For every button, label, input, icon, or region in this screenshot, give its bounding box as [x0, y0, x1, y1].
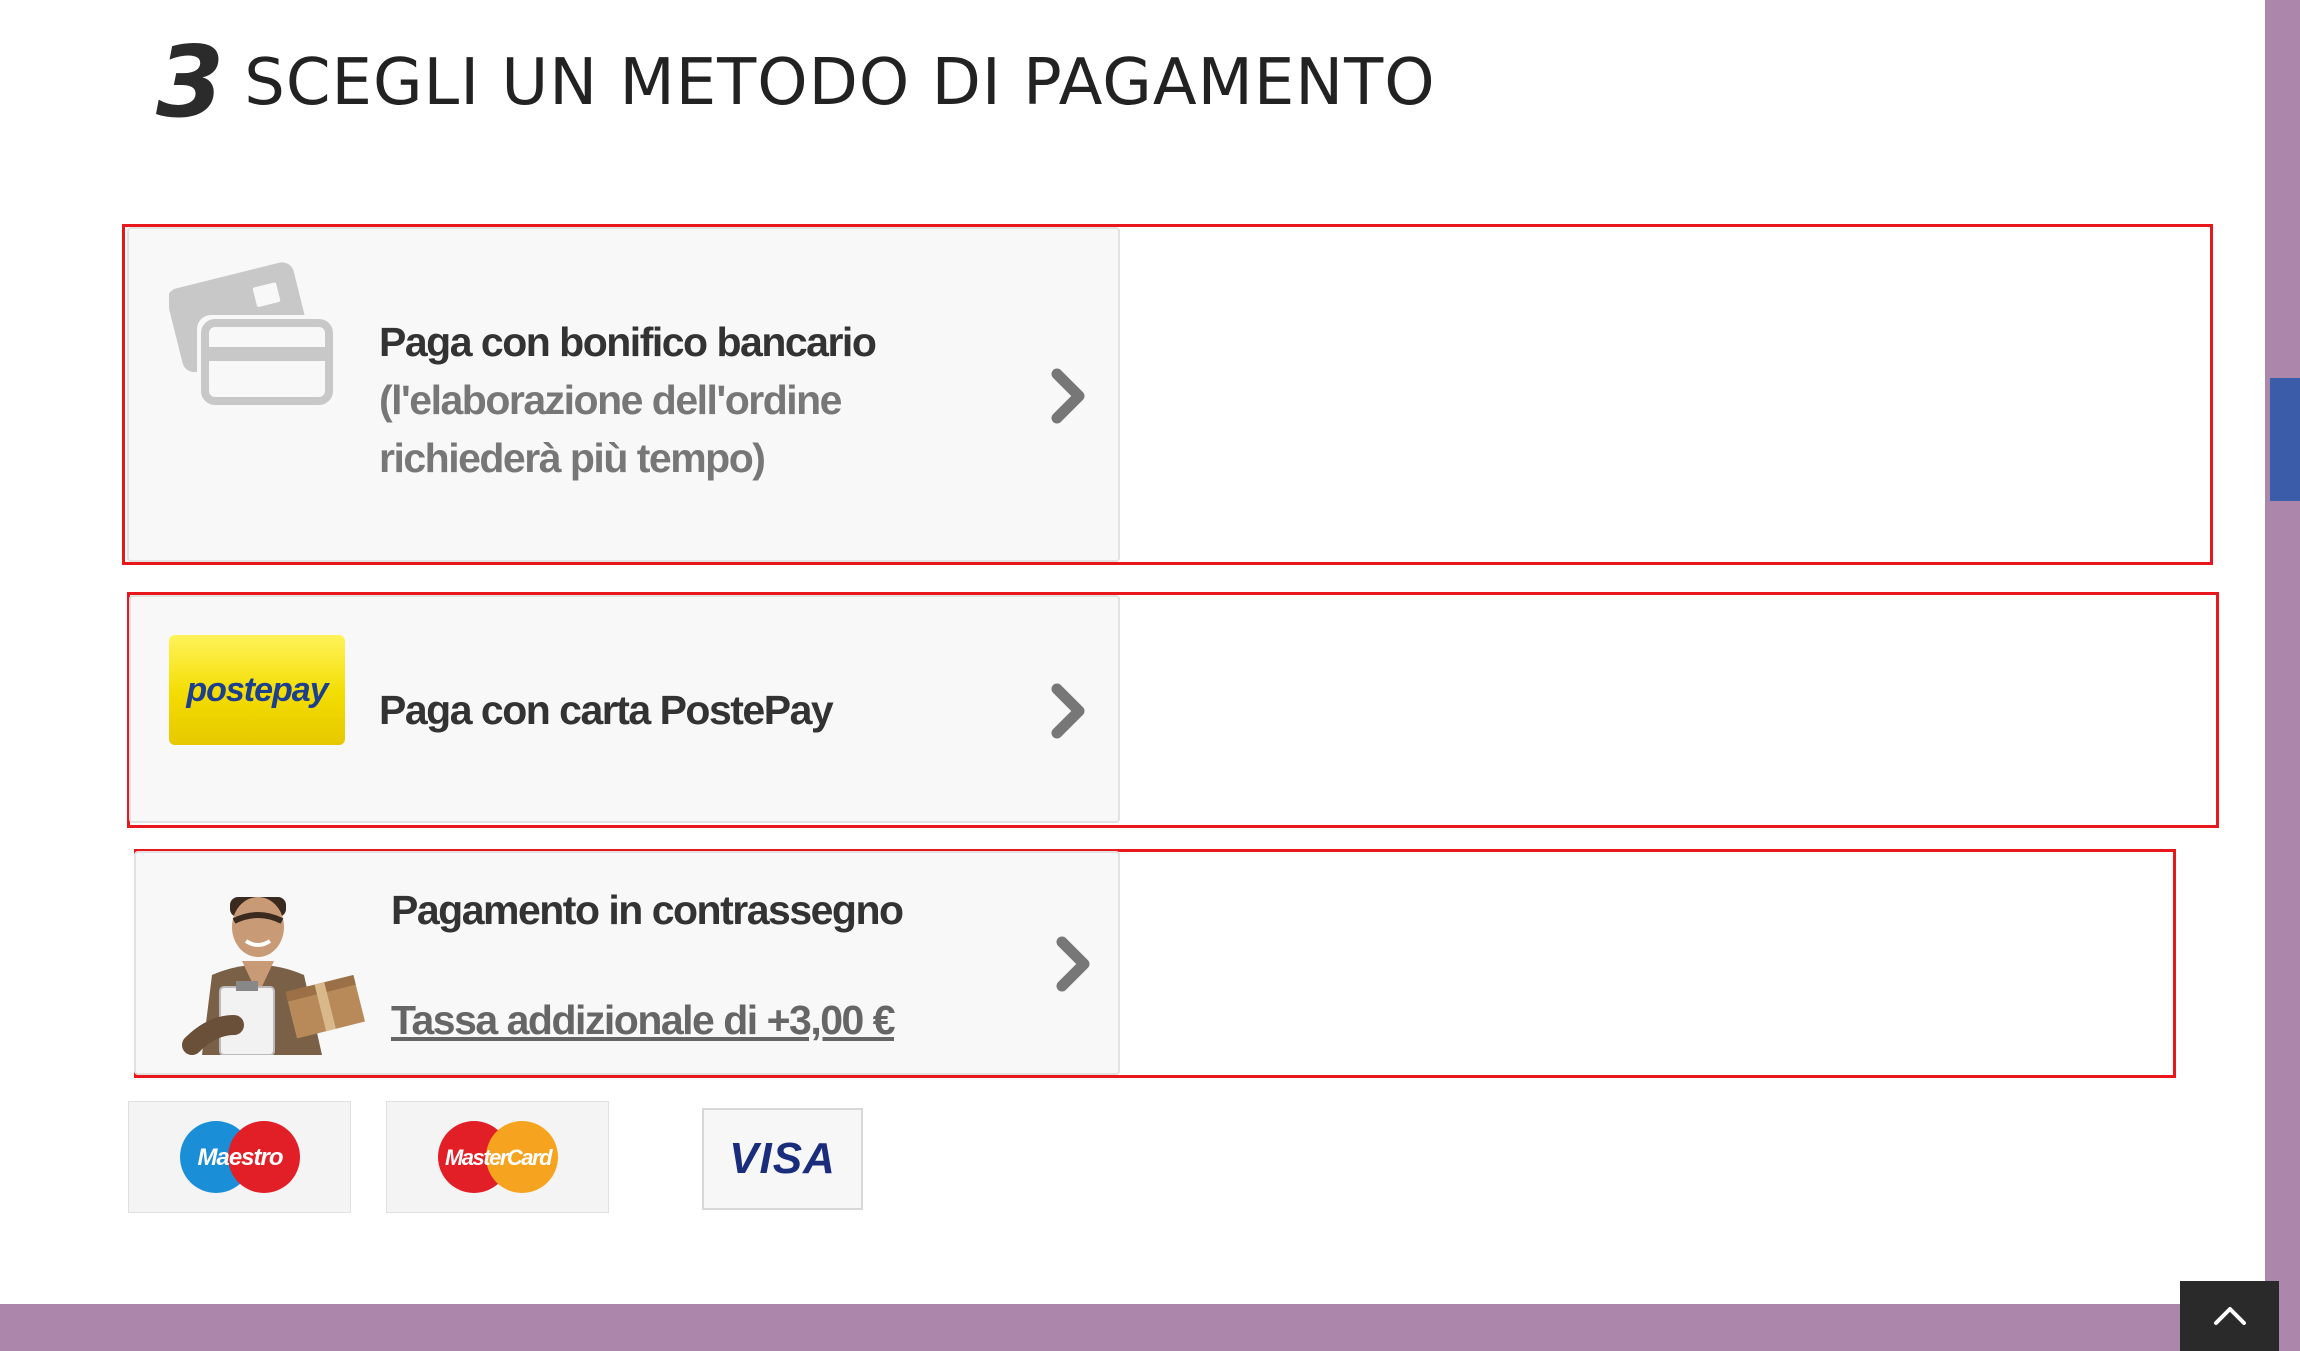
- maestro-label: Maestro: [197, 1144, 282, 1171]
- right-page-strip: [2265, 0, 2300, 1351]
- maestro-logo-icon: Maestro: [179, 1121, 300, 1193]
- payment-note-line1: (l'elaborazione dell'ordine: [379, 377, 842, 423]
- postepay-logo-text: postepay: [186, 670, 328, 709]
- page-title: SCEGLI UN METODO DI PAGAMENTO: [244, 46, 1436, 120]
- chevron-right-icon: [1056, 936, 1090, 992]
- chevron-right-icon: [1051, 368, 1085, 424]
- step-number: 3: [156, 26, 224, 140]
- payment-option-cash-on-delivery[interactable]: Pagamento in contrassegno Tassa addizion…: [134, 851, 1120, 1075]
- mastercard-logo-icon: MasterCard: [437, 1121, 558, 1193]
- chevron-right-icon: [1051, 683, 1085, 739]
- visa-label: VISA: [729, 1134, 836, 1183]
- footer-band: [0, 1304, 2300, 1351]
- scroll-to-top-button[interactable]: [2180, 1281, 2279, 1351]
- maestro-badge: Maestro: [128, 1101, 351, 1213]
- postepay-logo: postepay: [169, 635, 345, 745]
- payment-title-postepay: Paga con carta PostePay: [379, 687, 834, 733]
- payment-title-bank-transfer: Paga con bonifico bancario: [379, 319, 877, 365]
- mastercard-label: MasterCard: [444, 1145, 552, 1170]
- section-heading: 3 SCEGLI UN METODO DI PAGAMENTO: [156, 26, 1436, 140]
- additional-fee-link[interactable]: Tassa addizionale di +3,00 €: [391, 997, 896, 1044]
- payment-note-line2: richiederà più tempo): [379, 435, 766, 481]
- payment-title-cash-on-delivery: Pagamento in contrassegno: [391, 887, 904, 933]
- side-social-tab[interactable]: [2270, 378, 2300, 501]
- payment-option-bank-transfer[interactable]: Paga con bonifico bancario (l'elaborazio…: [127, 227, 1120, 562]
- courier-image: [182, 897, 365, 1055]
- mastercard-badge: MasterCard: [386, 1101, 609, 1213]
- payment-option-postepay[interactable]: postepay Paga con carta PostePay: [129, 595, 1120, 823]
- visa-badge: VISA: [702, 1108, 863, 1210]
- chevron-up-icon: [2213, 1307, 2246, 1325]
- credit-card-icon: [169, 262, 337, 409]
